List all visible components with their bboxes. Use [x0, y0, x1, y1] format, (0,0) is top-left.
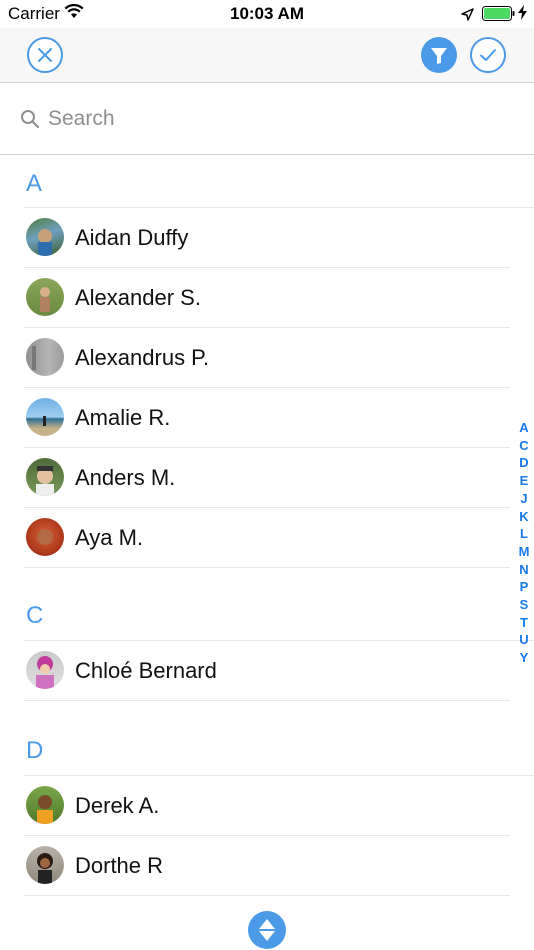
contact-row[interactable]: Aya M.	[24, 508, 510, 568]
location-arrow-icon	[461, 6, 474, 26]
contact-row[interactable]: Aidan Duffy	[24, 208, 510, 268]
index-letter[interactable]: K	[514, 508, 534, 526]
confirm-button[interactable]	[470, 37, 506, 73]
contact-row[interactable]: Alexandrus P.	[24, 328, 510, 388]
status-bar: Carrier 10:03 AM	[0, 0, 534, 28]
contact-name: Alexander S.	[75, 285, 201, 310]
avatar	[26, 398, 64, 436]
contact-row[interactable]: Chloé Bernard	[24, 641, 510, 701]
index-letter[interactable]: C	[514, 437, 534, 455]
index-letter[interactable]: S	[514, 596, 534, 614]
avatar	[26, 786, 64, 824]
sort-button[interactable]	[248, 911, 286, 949]
avatar	[26, 518, 64, 556]
avatar	[26, 278, 64, 316]
index-letter[interactable]: M	[514, 543, 534, 561]
close-button[interactable]	[27, 37, 63, 73]
charging-bolt-icon	[518, 5, 527, 25]
search-icon	[20, 109, 40, 134]
index-letter[interactable]: E	[514, 472, 534, 490]
contact-name: Amalie R.	[75, 405, 171, 430]
index-letter[interactable]: P	[514, 578, 534, 596]
avatar	[26, 338, 64, 376]
avatar	[26, 458, 64, 496]
contact-name: Aya M.	[75, 525, 144, 550]
filter-icon	[431, 48, 447, 64]
contact-name: Derek A.	[75, 793, 160, 818]
contact-row[interactable]: Alexander S.	[24, 268, 510, 328]
clock: 10:03 AM	[229, 4, 304, 23]
search-bar	[0, 83, 534, 155]
avatar	[26, 218, 64, 256]
avatar	[26, 651, 64, 689]
contact-name: Alexandrus P.	[75, 345, 210, 370]
index-letter[interactable]: J	[514, 490, 534, 508]
close-icon	[38, 48, 52, 62]
checkmark-icon	[480, 49, 496, 61]
index-letter[interactable]: U	[514, 631, 534, 649]
index-letter[interactable]: Y	[514, 649, 534, 667]
index-letter[interactable]: L	[514, 525, 534, 543]
section-header-c: C	[26, 602, 44, 629]
index-letter[interactable]: T	[514, 614, 534, 632]
sort-arrows-icon	[259, 919, 275, 941]
search-input[interactable]	[48, 103, 488, 135]
avatar	[26, 846, 64, 884]
index-letter[interactable]: D	[514, 454, 534, 472]
section-header-a: A	[26, 170, 43, 197]
contact-name: Anders M.	[75, 465, 176, 490]
contact-row[interactable]: Amalie R.	[24, 388, 510, 448]
contact-row[interactable]: Anders M.	[24, 448, 510, 508]
contact-name: Chloé Bernard	[75, 658, 217, 683]
section-index[interactable]: A C D E J K L M N P S T U Y	[514, 419, 534, 667]
index-letter[interactable]: N	[514, 561, 534, 579]
navigation-bar	[0, 28, 534, 83]
filter-button[interactable]	[421, 37, 457, 73]
index-letter[interactable]: A	[514, 419, 534, 437]
contact-name: Dorthe R	[75, 853, 164, 878]
contact-name: Aidan Duffy	[75, 225, 189, 250]
battery-icon	[482, 6, 516, 26]
section-header-d: D	[26, 737, 44, 764]
contact-row[interactable]: Dorthe R	[24, 836, 510, 896]
contact-row[interactable]: Derek A.	[24, 776, 510, 836]
